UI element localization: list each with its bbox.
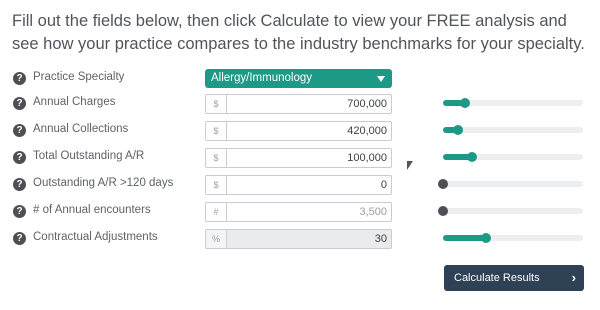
annual-charges-input[interactable]: $ 700,000 bbox=[205, 94, 392, 114]
help-icon[interactable]: ? bbox=[13, 178, 26, 191]
total-outstanding-ar-value[interactable]: 100,000 bbox=[347, 149, 387, 167]
percent-addon: % bbox=[206, 230, 227, 248]
mouse-cursor-icon bbox=[407, 161, 413, 170]
specialty-row: ? Practice Specialty Allergy/Immunology bbox=[0, 69, 600, 89]
slider-handle[interactable] bbox=[481, 233, 491, 243]
specialty-selected-value: Allergy/Immunology bbox=[211, 72, 312, 84]
field-row-annual-charges: ? Annual Charges $ 700,000 bbox=[0, 94, 600, 114]
calculate-results-label: Calculate Results bbox=[454, 272, 540, 284]
help-icon[interactable]: ? bbox=[13, 151, 26, 164]
field-row-contractual-adjustments: ? Contractual Adjustments % 30 bbox=[0, 229, 600, 249]
caret-down-icon bbox=[377, 76, 385, 82]
annual-encounters-slider[interactable] bbox=[438, 206, 583, 216]
annual-encounters-value[interactable]: 3,500 bbox=[359, 203, 387, 221]
dollar-addon: $ bbox=[206, 95, 227, 113]
slider-handle[interactable] bbox=[438, 179, 448, 189]
ar-over-120-label: Outstanding A/R >120 days bbox=[33, 177, 174, 189]
help-icon[interactable]: ? bbox=[13, 97, 26, 110]
contractual-adjustments-slider[interactable] bbox=[443, 233, 583, 243]
help-icon[interactable]: ? bbox=[13, 205, 26, 218]
slider-track[interactable] bbox=[443, 127, 583, 133]
annual-collections-slider[interactable] bbox=[443, 125, 583, 135]
annual-collections-value[interactable]: 420,000 bbox=[347, 122, 387, 140]
intro-text: Fill out the fields below, then click Ca… bbox=[12, 12, 585, 53]
dollar-addon: $ bbox=[206, 122, 227, 140]
ar-over-120-input[interactable]: $ 0 bbox=[205, 175, 392, 195]
ar-over-120-slider[interactable] bbox=[438, 179, 583, 189]
help-icon[interactable]: ? bbox=[13, 232, 26, 245]
dollar-addon: $ bbox=[206, 176, 227, 194]
chevron-right-icon: › bbox=[571, 270, 576, 285]
help-icon[interactable]: ? bbox=[13, 72, 26, 85]
total-outstanding-ar-label: Total Outstanding A/R bbox=[33, 150, 145, 162]
calculate-results-button[interactable]: Calculate Results › bbox=[444, 265, 584, 291]
annual-encounters-input[interactable]: # 3,500 bbox=[205, 202, 392, 222]
field-row-annual-collections: ? Annual Collections $ 420,000 bbox=[0, 121, 600, 141]
contractual-adjustments-input[interactable]: % 30 bbox=[205, 229, 392, 249]
dollar-addon: $ bbox=[206, 149, 227, 167]
slider-handle[interactable] bbox=[453, 125, 463, 135]
help-icon[interactable]: ? bbox=[13, 124, 26, 137]
specialty-select[interactable]: Allergy/Immunology bbox=[205, 69, 392, 88]
field-row-annual-encounters: ? # of Annual encounters # 3,500 bbox=[0, 202, 600, 222]
annual-charges-slider[interactable] bbox=[443, 98, 583, 108]
annual-charges-value[interactable]: 700,000 bbox=[347, 95, 387, 113]
slider-handle[interactable] bbox=[467, 152, 477, 162]
annual-charges-label: Annual Charges bbox=[33, 96, 116, 108]
slider-track[interactable] bbox=[443, 208, 583, 214]
slider-fill bbox=[443, 235, 486, 241]
contractual-adjustments-label: Contractual Adjustments bbox=[33, 231, 158, 243]
ar-over-120-value[interactable]: 0 bbox=[381, 176, 387, 194]
slider-track[interactable] bbox=[443, 181, 583, 187]
field-row-total-outstanding-ar: ? Total Outstanding A/R $ 100,000 bbox=[0, 148, 600, 168]
annual-encounters-label: # of Annual encounters bbox=[33, 204, 151, 216]
annual-collections-label: Annual Collections bbox=[33, 123, 129, 135]
specialty-label: Practice Specialty bbox=[33, 71, 125, 83]
total-outstanding-ar-slider[interactable] bbox=[443, 152, 583, 162]
total-outstanding-ar-input[interactable]: $ 100,000 bbox=[205, 148, 392, 168]
hash-addon: # bbox=[206, 203, 227, 221]
field-row-ar-over-120: ? Outstanding A/R >120 days $ 0 bbox=[0, 175, 600, 195]
slider-handle[interactable] bbox=[460, 98, 470, 108]
slider-handle[interactable] bbox=[438, 206, 448, 216]
annual-collections-input[interactable]: $ 420,000 bbox=[205, 121, 392, 141]
contractual-adjustments-value[interactable]: 30 bbox=[375, 230, 387, 248]
